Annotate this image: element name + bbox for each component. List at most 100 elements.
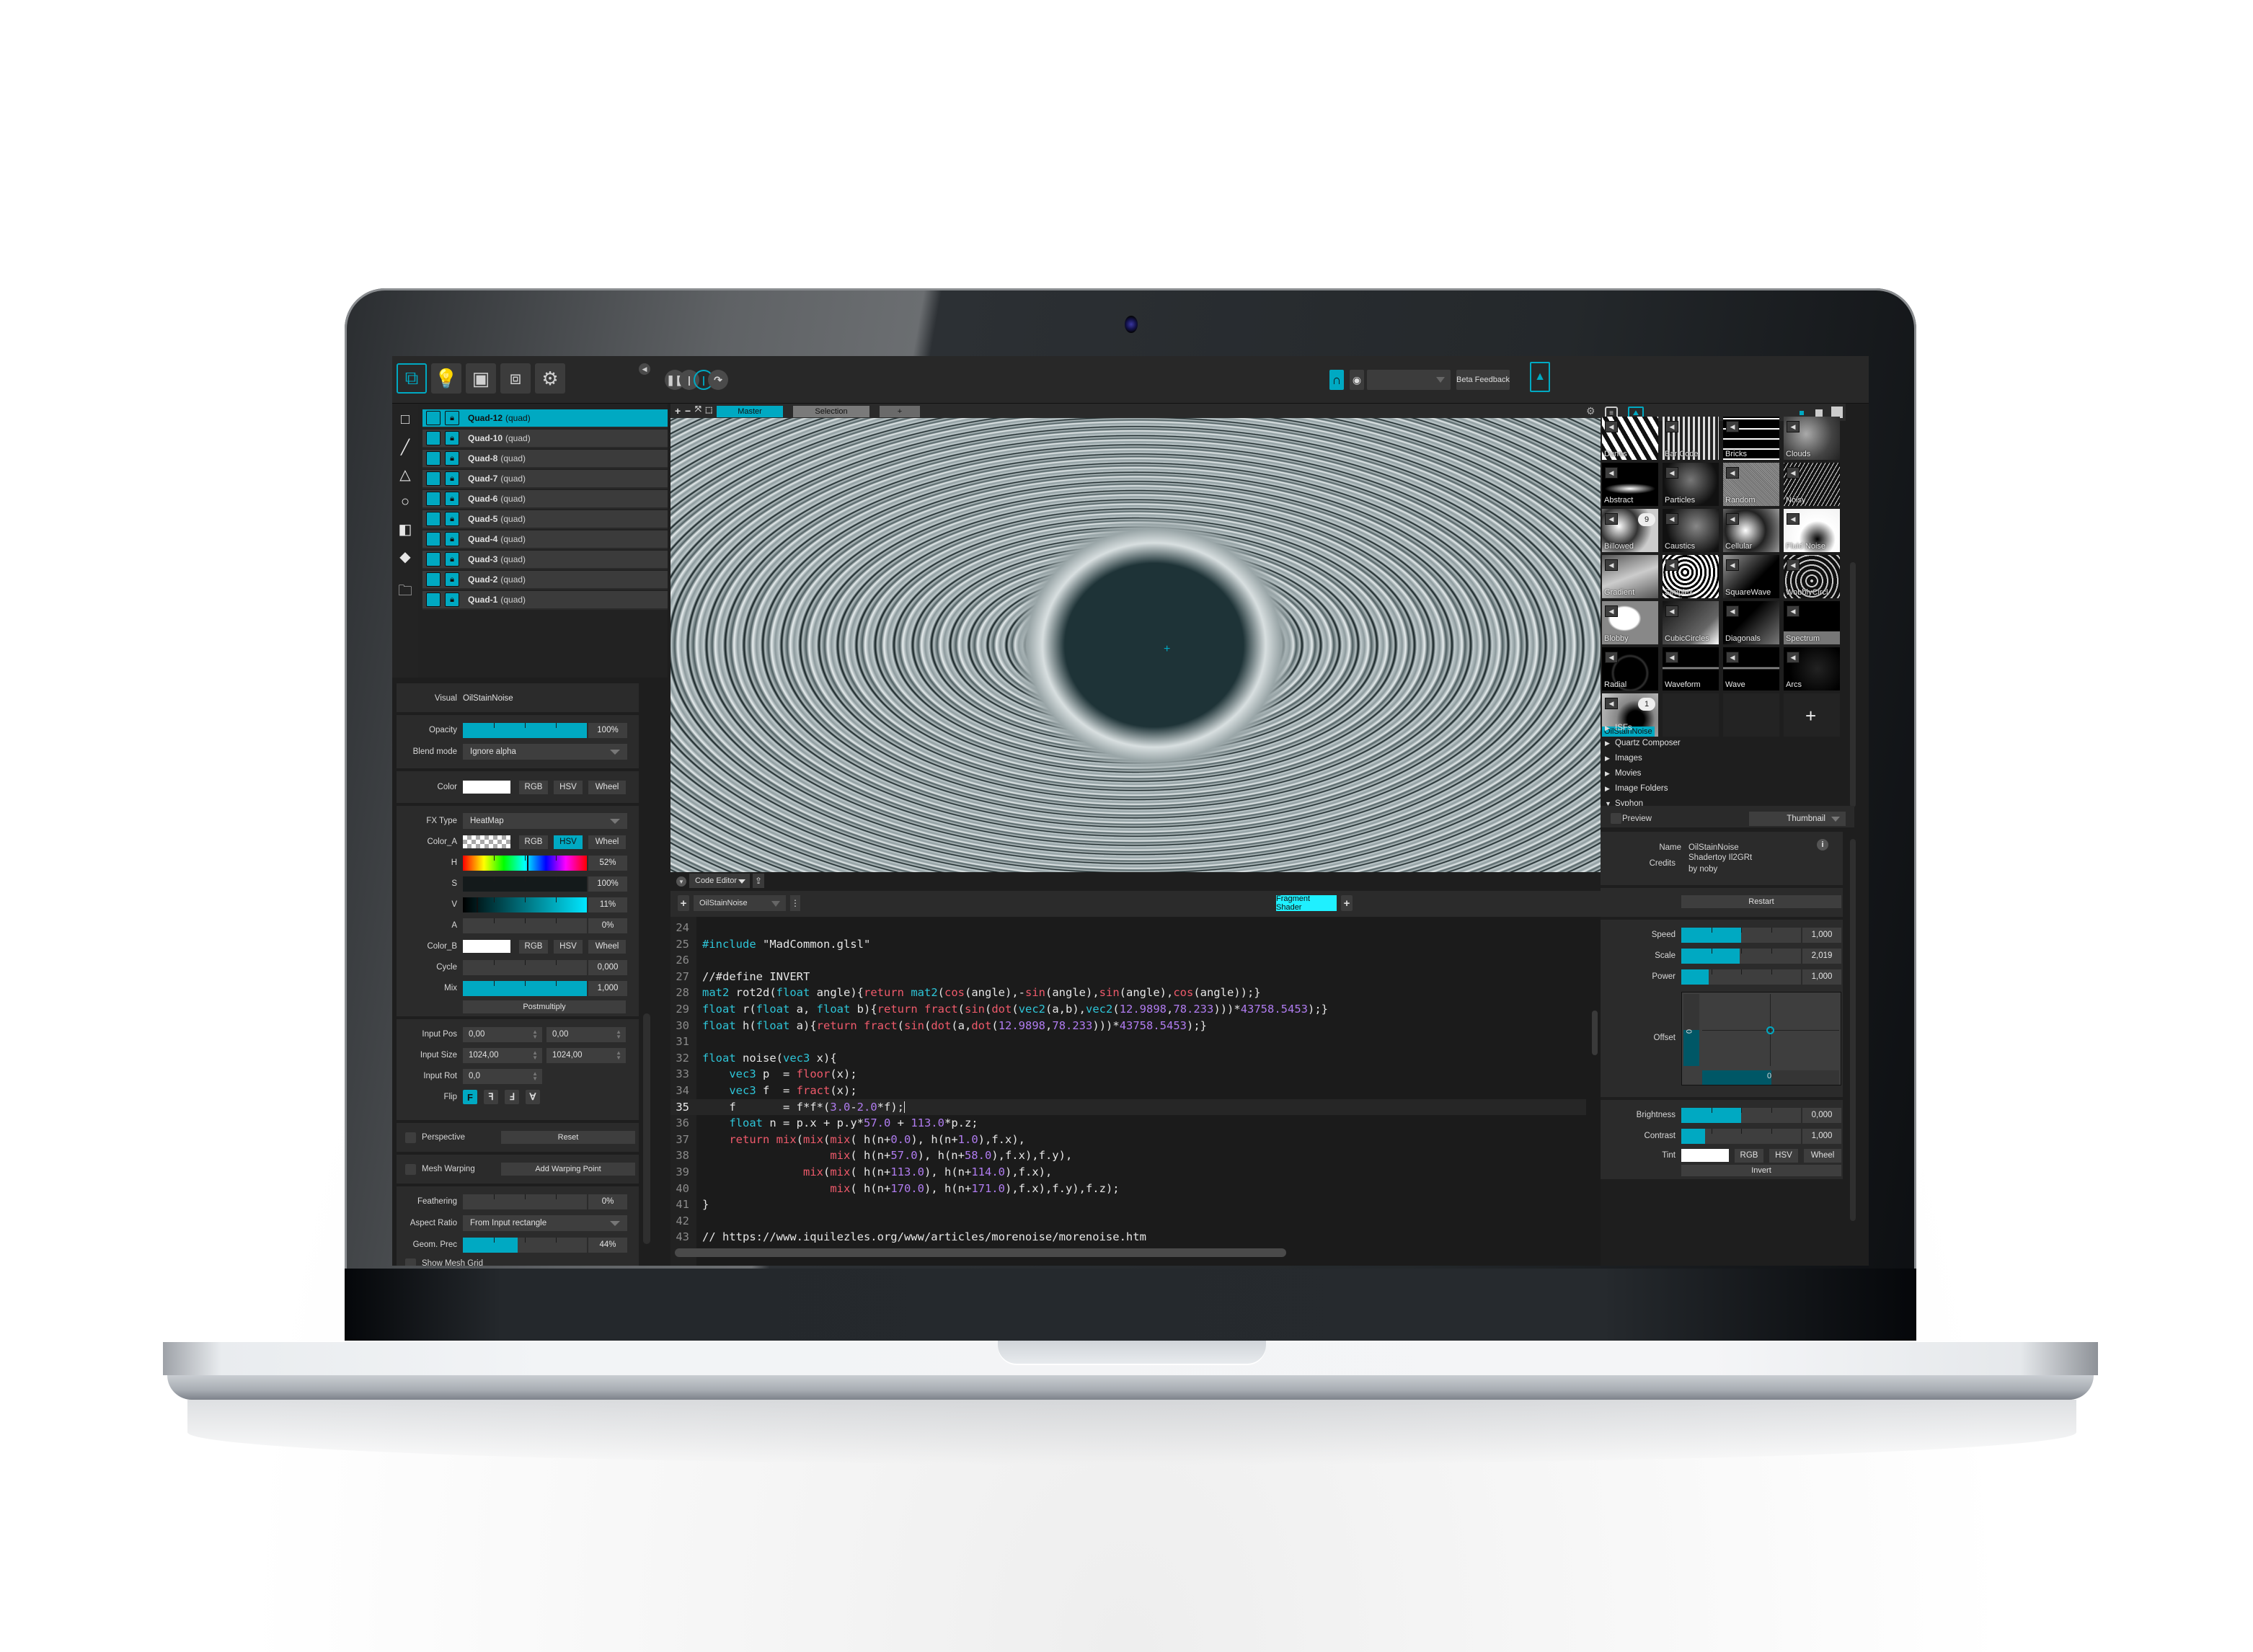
blend-mode-select[interactable]: Ignore alpha xyxy=(463,744,627,760)
saturation-value[interactable]: 100% xyxy=(588,876,627,892)
code-line[interactable]: 30 float h(float a){return fract(sin(dot(… xyxy=(670,1018,1586,1034)
material-tile[interactable]: ◀ Caustics xyxy=(1663,509,1719,552)
flip-option-0[interactable]: F xyxy=(463,1090,477,1104)
code-line[interactable]: 25 #include "MadCommon.glsl" xyxy=(670,936,1586,952)
play-icon[interactable]: ◀ xyxy=(1605,605,1618,617)
material-tile[interactable]: ◀ Cellular xyxy=(1723,509,1779,552)
brightness-slider[interactable] xyxy=(1681,1107,1801,1123)
material-tile[interactable]: ◀ SquareWave xyxy=(1723,555,1779,598)
speed-slider[interactable] xyxy=(1681,927,1801,943)
feathering-slider[interactable] xyxy=(463,1194,587,1209)
feathering-value[interactable]: 0% xyxy=(588,1194,627,1209)
code-line[interactable]: 34 vec3 f = fract(x); xyxy=(670,1083,1586,1098)
input-pos-y-field[interactable]: 0,00 ▲ ▼ xyxy=(546,1026,626,1042)
material-tile[interactable]: ◀ Simplex xyxy=(1663,555,1719,598)
image-document-button[interactable]: ▲ xyxy=(1530,362,1550,392)
color-b-hsv-button[interactable]: HSV xyxy=(554,939,583,954)
color-a-hsv-button[interactable]: HSV xyxy=(554,835,583,849)
play-icon[interactable]: ◀ xyxy=(1665,467,1678,479)
brightness-value[interactable]: 0,000 xyxy=(1802,1107,1841,1123)
zoom-out-icon[interactable]: − xyxy=(685,405,691,417)
material-tile[interactable]: ◀ Bar Code xyxy=(1663,417,1719,460)
input-size-y-field[interactable]: 1024,00 ▲ ▼ xyxy=(546,1047,626,1063)
code-line[interactable]: 43 // https://www.iquilezles.org/www/arti… xyxy=(670,1229,1586,1245)
triangle-right-icon[interactable]: ▶ xyxy=(1605,785,1615,793)
color-b-swatch[interactable] xyxy=(463,940,510,953)
saturation-slider[interactable] xyxy=(463,876,587,892)
code-line[interactable]: 31 xyxy=(670,1034,1586,1049)
flip-option-2[interactable]: Ⅎ xyxy=(505,1090,519,1104)
add-3d-object-icon[interactable]: ◆ xyxy=(395,546,415,567)
stepper-icon[interactable]: ▲ ▼ xyxy=(616,1029,621,1039)
layer-visibility-checkbox[interactable] xyxy=(426,552,441,567)
add-material-button[interactable]: + xyxy=(1784,693,1840,737)
layer-row[interactable]: 🔒︎ Quad-4 (quad) xyxy=(422,530,668,549)
material-tile[interactable]: ◀ Abstract xyxy=(1602,463,1658,506)
play-icon[interactable]: ◀ xyxy=(1787,652,1800,663)
small-thumb-size-icon[interactable] xyxy=(1800,411,1804,415)
layer-visibility-checkbox[interactable] xyxy=(426,471,441,486)
color-b-rgb-button[interactable]: RGB xyxy=(519,939,548,954)
alpha-slider[interactable] xyxy=(463,918,587,933)
tab-add[interactable]: + xyxy=(880,406,920,417)
hue-slider[interactable] xyxy=(463,855,587,871)
fx-type-select[interactable]: HeatMap xyxy=(463,813,627,829)
code-line[interactable]: 27 //#define INVERT xyxy=(670,969,1586,985)
tint-hsv-button[interactable]: HSV xyxy=(1769,1148,1798,1163)
cycle-value[interactable]: 0,000 xyxy=(588,959,627,975)
cycle-slider[interactable] xyxy=(463,959,587,975)
material-tile[interactable]: ◀ Billowed 9 xyxy=(1602,509,1658,552)
hue-value[interactable]: 52% xyxy=(588,855,627,871)
code-line[interactable]: 38 mix( h(n+57.0), h(n+58.0),f.x),f.y), xyxy=(670,1147,1586,1163)
tree-item[interactable]: ▶ Images xyxy=(1605,751,1642,765)
layer-row[interactable]: 🔒︎ Quad-10 (quad) xyxy=(422,430,668,448)
fit-icon[interactable]: ⤧ xyxy=(695,405,701,414)
invert-button[interactable]: Invert xyxy=(1681,1165,1841,1176)
code-vertical-scrollbar[interactable] xyxy=(1592,1011,1598,1055)
add-shader-button[interactable]: + xyxy=(678,895,689,911)
aspect-ratio-select[interactable]: From Input rectangle xyxy=(463,1215,627,1231)
opacity-value[interactable]: 100% xyxy=(588,722,627,738)
lock-icon[interactable]: 🔒︎ xyxy=(445,552,459,567)
layer-row[interactable]: 🔒︎ Quad-2 (quad) xyxy=(422,571,668,590)
add-group-icon[interactable]: 🗀 xyxy=(395,582,415,603)
lock-icon[interactable]: 🔒︎ xyxy=(445,411,459,425)
material-tile[interactable]: ◀ Random xyxy=(1723,463,1779,506)
play-icon[interactable]: ◀ xyxy=(1665,421,1678,432)
magnet-snap-button[interactable]: ∩ xyxy=(1329,370,1344,390)
collapse-left-panel-button[interactable]: ◀ xyxy=(639,363,650,375)
material-tile[interactable]: ◀ Spectrum xyxy=(1784,601,1840,644)
3d-objects-mode-button[interactable]: ⧈ xyxy=(500,363,531,394)
layer-visibility-checkbox[interactable] xyxy=(426,532,441,546)
tint-rgb-button[interactable]: RGB xyxy=(1735,1148,1763,1163)
material-tile[interactable]: ◀ Radial xyxy=(1602,647,1658,690)
collapse-icon[interactable]: ▼ xyxy=(676,876,686,887)
code-line[interactable]: 28 mat2 rot2d(float angle){return mat2(co… xyxy=(670,985,1586,1000)
code-line[interactable]: 24 xyxy=(670,920,1586,936)
mesh-warping-checkbox[interactable] xyxy=(405,1163,416,1175)
surfaces-mode-button[interactable]: ⧉ xyxy=(397,363,427,394)
upload-button[interactable]: ⇪ xyxy=(753,874,764,888)
material-tile[interactable]: ◀ Gradient xyxy=(1602,555,1658,598)
add-line-icon[interactable]: ╱ xyxy=(395,437,415,457)
properties-scrollbar[interactable] xyxy=(643,1013,650,1244)
flip-option-3[interactable]: Ɐ xyxy=(526,1090,540,1104)
material-tile[interactable]: ◀ WobblyCircl xyxy=(1784,555,1840,598)
perspective-checkbox[interactable] xyxy=(405,1132,416,1143)
lock-icon[interactable]: 🔒︎ xyxy=(445,592,459,607)
viewport-settings-icon[interactable]: ⚙ xyxy=(1586,405,1595,417)
code-line[interactable]: 41} xyxy=(670,1196,1586,1212)
play-icon[interactable]: ◀ xyxy=(1665,605,1678,617)
play-icon[interactable]: ◀ xyxy=(1787,421,1800,432)
play-icon[interactable]: ◀ xyxy=(1726,421,1739,432)
lighting-mode-button[interactable]: 💡 xyxy=(431,363,461,394)
play-icon[interactable]: ◀ xyxy=(1605,698,1618,709)
input-rot-field[interactable]: 0,0 ▲ ▼ xyxy=(463,1068,542,1084)
color-a-rgb-button[interactable]: RGB xyxy=(519,835,548,849)
thumbnail-select[interactable]: Thumbnail xyxy=(1749,812,1846,826)
preset-select[interactable] xyxy=(1367,370,1451,390)
code-line[interactable]: 42 xyxy=(670,1213,1586,1229)
scale-slider[interactable] xyxy=(1681,948,1801,964)
play-icon[interactable]: ◀ xyxy=(1726,513,1739,525)
input-size-x-field[interactable]: 1024,00 ▲ ▼ xyxy=(463,1047,542,1063)
